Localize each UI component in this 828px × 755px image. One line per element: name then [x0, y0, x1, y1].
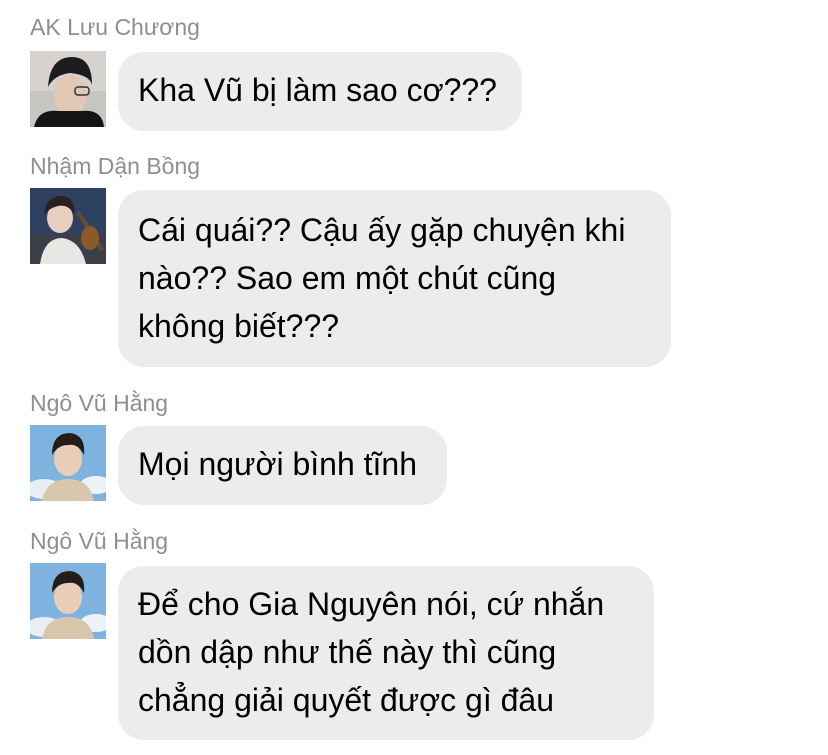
- message-text-line: nào?? Sao em một chút cũng: [138, 260, 557, 296]
- message-bubble[interactable]: Kha Vũ bị làm sao cơ???: [118, 52, 522, 131]
- message-text-line: dồn dập như thế này thì cũng: [138, 634, 557, 670]
- message-bubble[interactable]: Để cho Gia Nguyên nói, cứ nhắn dồn dập n…: [118, 566, 654, 740]
- message-text-line: không biết???: [138, 308, 340, 344]
- avatar[interactable]: [30, 51, 106, 127]
- sender-name: Ngô Vũ Hằng: [30, 390, 169, 416]
- sender-name: AK Lưu Chương: [30, 14, 200, 40]
- message-text: Mọi người bình tĩnh: [138, 446, 417, 482]
- avatar[interactable]: [30, 188, 106, 264]
- message-text-line: Cái quái?? Cậu ấy gặp chuyện khi: [138, 212, 626, 248]
- message-text: Kha Vũ bị làm sao cơ???: [138, 72, 497, 108]
- avatar[interactable]: [30, 425, 106, 501]
- message-bubble[interactable]: Cái quái?? Cậu ấy gặp chuyện khi nào?? S…: [118, 190, 671, 367]
- sender-name: Ngô Vũ Hằng: [30, 528, 169, 554]
- sender-name: Nhậm Dận Bồng: [30, 153, 201, 179]
- message-bubble[interactable]: Mọi người bình tĩnh: [118, 426, 447, 505]
- message-text-line: chẳng giải quyết được gì đâu: [138, 682, 555, 718]
- message-text-line: Để cho Gia Nguyên nói, cứ nhắn: [138, 586, 605, 622]
- avatar[interactable]: [30, 563, 106, 639]
